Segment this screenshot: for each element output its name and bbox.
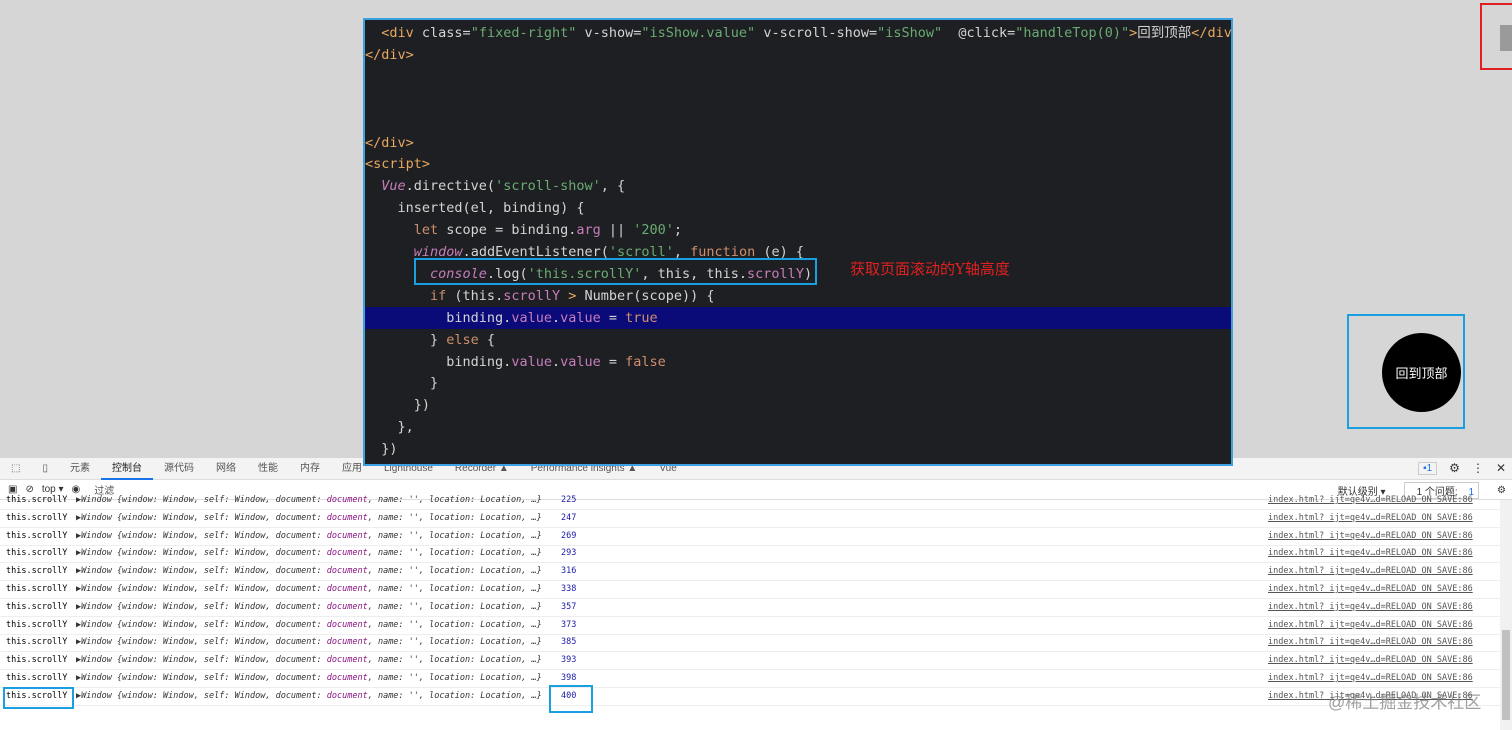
log-key: this.scrollY xyxy=(6,655,68,666)
console-log-row: this.scrollY ▶Window {window: Window, sel… xyxy=(0,652,1500,671)
devtools-tab[interactable]: 内存 xyxy=(289,458,331,480)
log-key: this.scrollY xyxy=(6,566,68,577)
log-key: this.scrollY xyxy=(6,548,68,559)
console-log-row: this.scrollY ▶Window {window: Window, sel… xyxy=(0,617,1500,635)
console-log-row: this.scrollY ▶Window {window: Window, sel… xyxy=(0,634,1500,653)
code-line: } xyxy=(365,375,439,392)
console-log-row: this.scrollY ▶Window {window: Window, sel… xyxy=(0,492,1500,510)
code-line: <script> xyxy=(365,156,431,173)
console-log-row: this.scrollY ▶Window {window: Window, sel… xyxy=(0,688,1500,706)
log-object[interactable]: ▶Window {window: Window, self: Window, d… xyxy=(76,688,542,705)
log-source-link[interactable]: index.html?_ijt=qe4v…d=RELOAD_ON_SAVE:86 xyxy=(1268,492,1473,509)
log-source-link[interactable]: index.html?_ijt=qe4v…d=RELOAD_ON_SAVE:86 xyxy=(1268,599,1473,616)
console-log-highlight xyxy=(414,258,817,285)
log-source-link[interactable]: index.html?_ijt=qe4v…d=RELOAD_ON_SAVE:86 xyxy=(1268,617,1473,634)
scrolly-key-highlight xyxy=(3,687,74,709)
log-source-link[interactable]: index.html?_ijt=qe4v…d=RELOAD_ON_SAVE:86 xyxy=(1268,581,1473,598)
code-line: Vue.directive('scroll-show', { xyxy=(381,178,626,195)
log-object[interactable]: ▶Window {window: Window, self: Window, d… xyxy=(76,528,542,545)
log-value: 269 xyxy=(561,530,577,541)
code-line: } else { xyxy=(365,331,496,348)
issues-badge-count: 1 xyxy=(1426,462,1433,474)
log-object[interactable]: ▶Window {window: Window, self: Window, d… xyxy=(76,617,542,634)
log-object[interactable]: ▶Window {window: Window, self: Window, d… xyxy=(76,563,542,580)
log-key: this.scrollY xyxy=(6,512,68,523)
devtools-tab[interactable]: 控制台 xyxy=(100,458,153,480)
log-key: this.scrollY xyxy=(6,619,68,630)
log-object[interactable]: ▶Window {window: Window, self: Window, d… xyxy=(76,670,542,687)
log-source-link[interactable]: index.html?_ijt=qe4v…d=RELOAD_ON_SAVE:86 xyxy=(1268,652,1473,669)
log-source-link[interactable]: index.html?_ijt=qe4v…d=RELOAD_ON_SAVE:86 xyxy=(1268,634,1473,651)
device-icon[interactable]: ▯ xyxy=(31,458,59,480)
devtools-tab[interactable]: 网络 xyxy=(205,458,247,480)
log-object[interactable]: ▶Window {window: Window, self: Window, d… xyxy=(76,581,542,598)
code-line: }) xyxy=(365,397,431,414)
back-to-top-button[interactable]: 回到顶部 xyxy=(1382,333,1461,412)
log-key: this.scrollY xyxy=(6,673,68,683)
log-value: 338 xyxy=(561,584,577,594)
console-log-row: this.scrollY ▶Window {window: Window, sel… xyxy=(0,545,1500,564)
code-line: Vue.directive('test', { xyxy=(365,460,1231,464)
devtools-tab[interactable]: 元素 xyxy=(59,458,101,480)
watermark: @稀土掘金技术社区 xyxy=(1328,693,1482,712)
code-screenshot: <div class="fixed-right" v-show="isShow.… xyxy=(363,18,1233,466)
log-value: 293 xyxy=(561,548,577,559)
log-object[interactable]: ▶Window {window: Window, self: Window, d… xyxy=(76,492,542,509)
log-key: this.scrollY xyxy=(6,601,68,612)
log-value: 316 xyxy=(561,566,577,577)
log-source-link[interactable]: index.html?_ijt=qe4v…d=RELOAD_ON_SAVE:86 xyxy=(1268,510,1473,527)
console-log-row: this.scrollY ▶Window {window: Window, sel… xyxy=(0,581,1500,599)
log-source-link[interactable]: index.html?_ijt=qe4v…d=RELOAD_ON_SAVE:86 xyxy=(1268,528,1473,545)
code-line: binding.value.value = true xyxy=(365,306,1231,329)
close-icon[interactable]: ✕ xyxy=(1496,461,1506,475)
issues-badge[interactable]: ▪1 xyxy=(1418,461,1438,475)
log-object[interactable]: ▶Window {window: Window, self: Window, d… xyxy=(76,510,542,527)
console-log-row: this.scrollY ▶Window {window: Window, sel… xyxy=(0,510,1500,528)
log-object[interactable]: ▶Window {window: Window, self: Window, d… xyxy=(76,652,542,669)
code-line: </div> xyxy=(365,134,414,151)
log-source-link[interactable]: index.html?_ijt=qe4v…d=RELOAD_ON_SAVE:86 xyxy=(1268,563,1473,580)
log-object[interactable]: ▶Window {window: Window, self: Window, d… xyxy=(76,599,542,616)
inspect-icon[interactable]: ⬚ xyxy=(0,458,31,480)
console-log-row: this.scrollY ▶Window {window: Window, sel… xyxy=(0,599,1500,617)
console-log-row: this.scrollY ▶Window {window: Window, sel… xyxy=(0,670,1500,688)
more-icon[interactable]: ⋮ xyxy=(1472,461,1484,475)
code-line: <div class="fixed-right" v-show="isShow.… xyxy=(381,25,1232,41)
code-line: }, xyxy=(365,419,414,436)
console-log-row: this.scrollY ▶Window {window: Window, sel… xyxy=(0,563,1500,582)
page-scrollbar[interactable] xyxy=(1500,25,1512,51)
code-line: }) xyxy=(365,441,398,458)
log-source-link[interactable]: index.html?_ijt=qe4v…d=RELOAD_ON_SAVE:86 xyxy=(1268,545,1473,562)
code-line: if (this.scrollY > Number(scope)) { xyxy=(430,287,715,304)
console-log-row: this.scrollY ▶Window {window: Window, sel… xyxy=(0,528,1500,546)
scrolly-value-highlight xyxy=(549,685,593,713)
log-value: 373 xyxy=(561,619,577,630)
devtools-tab[interactable]: 性能 xyxy=(247,458,289,480)
log-source-link[interactable]: index.html?_ijt=qe4v…d=RELOAD_ON_SAVE:86 xyxy=(1268,670,1473,687)
console-scrollbar-thumb[interactable] xyxy=(1502,630,1510,720)
code-line: inserted(el, binding) { xyxy=(365,200,585,217)
log-key: this.scrollY xyxy=(6,584,68,594)
log-object[interactable]: ▶Window {window: Window, self: Window, d… xyxy=(76,545,542,562)
devtools-tab[interactable]: 源代码 xyxy=(153,458,205,480)
annotation-note: 获取页面滚动的Y轴高度 xyxy=(850,260,1010,278)
log-object[interactable]: ▶Window {window: Window, self: Window, d… xyxy=(76,634,542,651)
log-value: 393 xyxy=(561,655,577,666)
log-value: 357 xyxy=(561,601,577,612)
settings-icon[interactable]: ⚙ xyxy=(1449,461,1460,475)
log-value: 385 xyxy=(561,637,577,648)
log-value: 225 xyxy=(561,495,577,505)
code-line: </div> xyxy=(365,46,414,63)
code-line: binding.value.value = false xyxy=(365,353,666,370)
log-key: this.scrollY xyxy=(6,495,68,505)
log-value: 247 xyxy=(561,512,577,523)
code-line: let scope = binding.arg || '200'; xyxy=(413,222,683,239)
log-key: this.scrollY xyxy=(6,637,68,648)
log-key: this.scrollY xyxy=(6,530,68,541)
